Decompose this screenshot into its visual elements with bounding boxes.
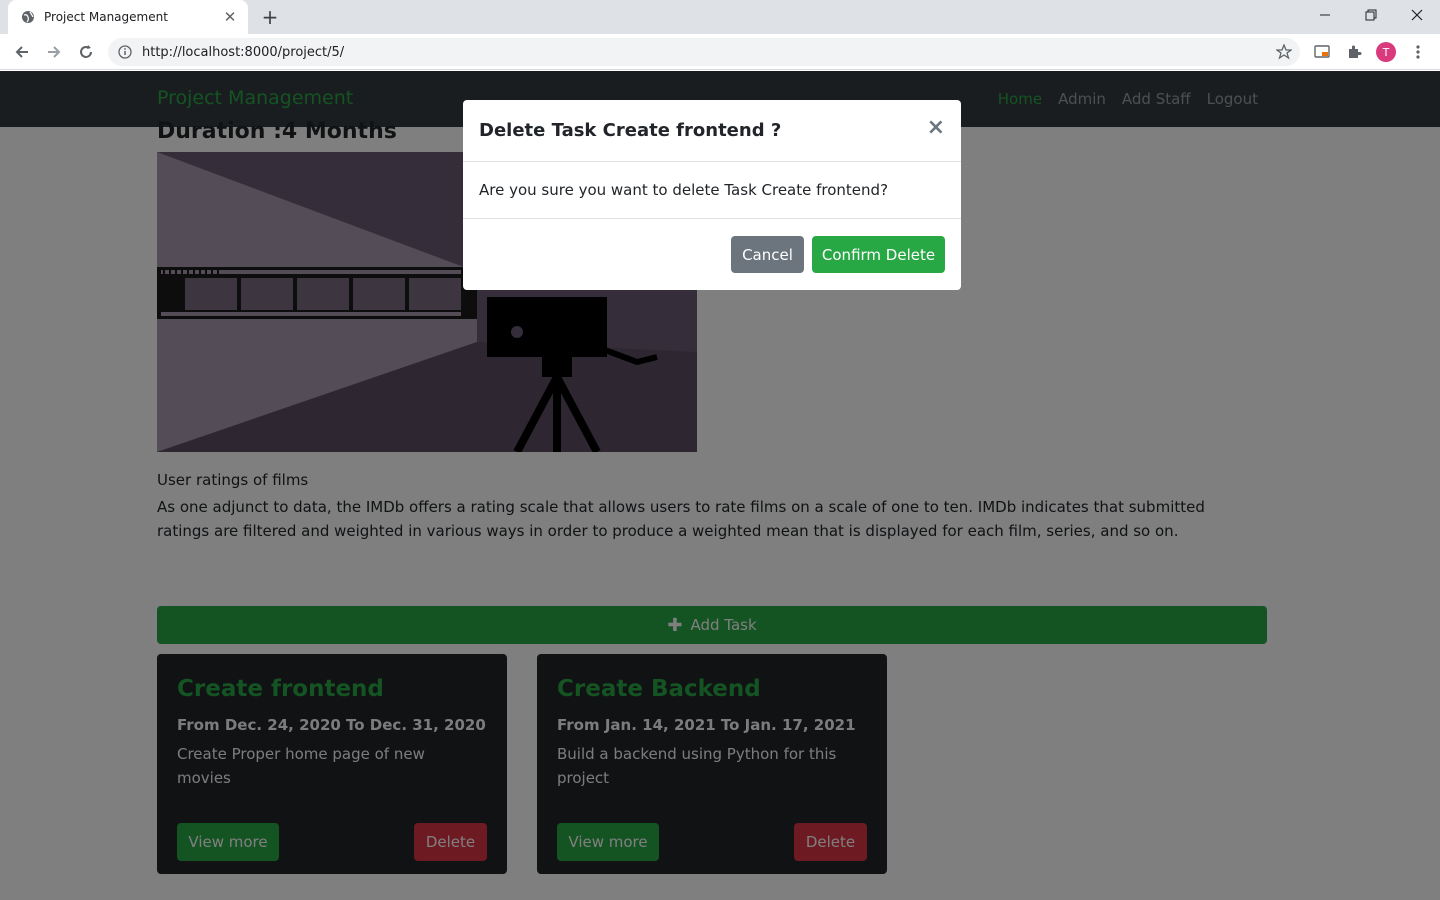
minimize-icon[interactable]	[1302, 0, 1348, 30]
globe-icon	[20, 9, 36, 25]
delete-confirm-modal: Delete Task Create frontend ? × Are you …	[463, 100, 961, 290]
cancel-button[interactable]: Cancel	[731, 236, 804, 273]
browser-tab[interactable]: Project Management ✕	[8, 0, 248, 34]
back-icon[interactable]	[8, 38, 36, 66]
info-icon[interactable]	[118, 44, 134, 60]
window-close-icon[interactable]	[1394, 0, 1440, 30]
url-text: http://localhost:8000/project/5/	[142, 44, 345, 60]
new-tab-icon[interactable]: +	[258, 6, 282, 28]
browser-tabstrip: Project Management ✕ +	[0, 0, 1440, 34]
forward-icon[interactable]	[40, 38, 68, 66]
reload-icon[interactable]	[72, 38, 100, 66]
page: Project Management Home Admin Add Staff …	[0, 71, 1440, 900]
modal-header: Delete Task Create frontend ? ×	[463, 100, 961, 162]
bookmark-star-icon[interactable]	[1275, 43, 1293, 60]
modal-message: Are you sure you want to delete Task Cre…	[479, 181, 889, 199]
tab-close-icon[interactable]: ✕	[222, 9, 238, 25]
restore-icon[interactable]	[1348, 0, 1394, 30]
tab-title: Project Management	[44, 10, 168, 24]
confirm-delete-button[interactable]: Confirm Delete	[812, 236, 945, 273]
modal-close-icon[interactable]: ×	[927, 116, 945, 140]
extensions-icon[interactable]	[1344, 42, 1364, 62]
modal-title: Delete Task Create frontend ?	[479, 120, 782, 141]
browser-toolbar: http://localhost:8000/project/5/ T	[0, 34, 1440, 70]
modal-footer: Cancel Confirm Delete	[463, 218, 961, 290]
cast-icon[interactable]	[1312, 42, 1332, 62]
menu-dots-icon[interactable]	[1408, 42, 1428, 62]
profile-avatar[interactable]: T	[1376, 42, 1396, 62]
address-bar[interactable]: http://localhost:8000/project/5/	[108, 38, 1300, 66]
